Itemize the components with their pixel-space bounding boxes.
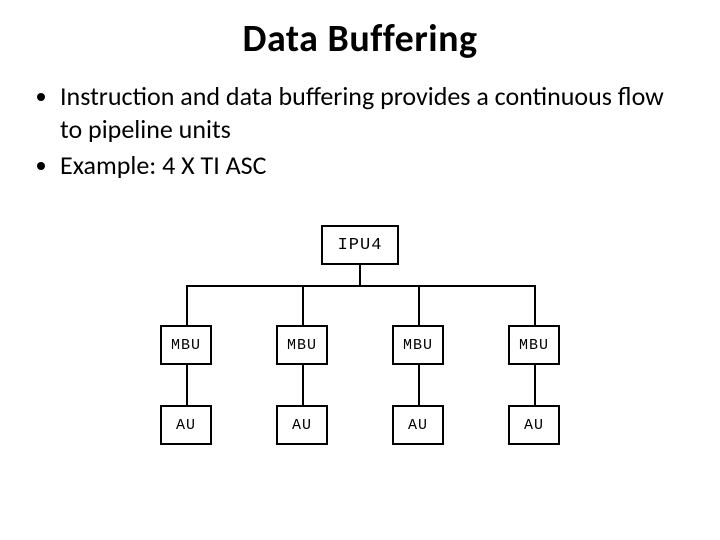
connector [534, 365, 536, 405]
connector [186, 285, 534, 287]
node-label: IPU4 [338, 236, 383, 255]
diagram-node-ipu: IPU4 [321, 225, 399, 265]
connector [534, 285, 536, 325]
hierarchy-diagram: IPU4 MBU AU MBU AU MBU AU [150, 225, 570, 505]
node-label: MBU [171, 337, 201, 354]
connector [302, 285, 304, 325]
slide: Data Buffering Instruction and data buff… [0, 0, 720, 540]
connector [359, 265, 361, 285]
node-label: AU [524, 417, 544, 434]
bullet-item: Instruction and data buffering provides … [60, 80, 690, 145]
node-label: AU [176, 417, 196, 434]
diagram-node-au: AU [392, 405, 444, 445]
connector [418, 365, 420, 405]
connector [418, 285, 420, 325]
diagram-node-mbu: MBU [508, 325, 560, 365]
connector [186, 285, 188, 325]
diagram-node-au: AU [160, 405, 212, 445]
diagram-node-au: AU [276, 405, 328, 445]
node-label: AU [292, 417, 312, 434]
page-title: Data Buffering [30, 16, 690, 62]
bullet-item: Example: 4 X TI ASC [60, 149, 690, 182]
connector [302, 365, 304, 405]
connector [186, 365, 188, 405]
node-label: MBU [519, 337, 549, 354]
bullet-list: Instruction and data buffering provides … [38, 80, 690, 182]
node-label: MBU [287, 337, 317, 354]
diagram-node-mbu: MBU [276, 325, 328, 365]
diagram-node-mbu: MBU [392, 325, 444, 365]
diagram-node-au: AU [508, 405, 560, 445]
node-label: AU [408, 417, 428, 434]
node-label: MBU [403, 337, 433, 354]
diagram-node-mbu: MBU [160, 325, 212, 365]
